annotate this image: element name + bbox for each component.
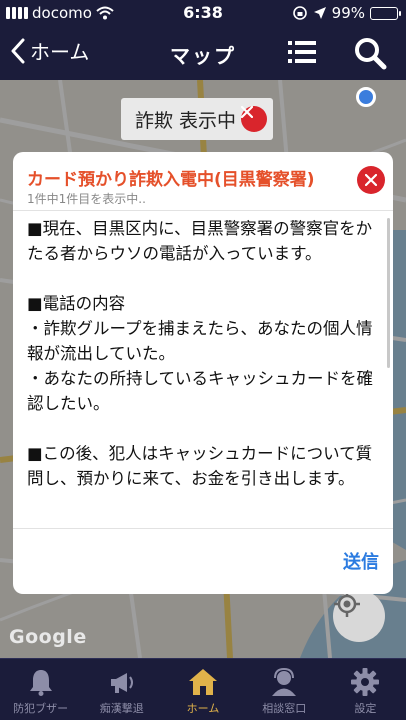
crosshair-icon xyxy=(334,591,360,617)
list-icon[interactable] xyxy=(288,40,316,64)
tab-molester-repel[interactable]: 痴漢撃退 xyxy=(81,659,162,720)
dialog-title: カード預かり詐欺入電中(目黒警察署) xyxy=(27,170,315,190)
tab-label: ホーム xyxy=(186,702,220,715)
tab-home[interactable]: ホーム xyxy=(162,659,243,720)
filter-chip-label: 詐欺 表示中 xyxy=(135,109,237,132)
search-icon[interactable] xyxy=(353,36,387,70)
tab-label: 相談窓口 xyxy=(262,702,307,715)
divider xyxy=(13,528,393,529)
status-bar: docomo 6:38 99% xyxy=(0,0,406,26)
page-title: マップ xyxy=(170,44,236,68)
home-icon xyxy=(189,669,217,695)
message-paragraph: ■現在、目黒区内に、目黒警察署の警察官をかたる者からウソの電話が入っています。 xyxy=(27,219,373,263)
send-button[interactable]: 送信 xyxy=(343,548,379,574)
close-icon xyxy=(241,106,253,118)
close-icon xyxy=(365,174,377,186)
battery-icon xyxy=(370,6,401,20)
nav-bar: ホーム マップ xyxy=(0,26,406,80)
dialog-close-button[interactable] xyxy=(357,166,385,194)
google-logo: Google xyxy=(9,626,87,648)
tab-label: 痴漢撃退 xyxy=(99,702,144,715)
message-paragraph: ■この後、犯人はキャッシュカードについて質問し、預かりに来て、お金を引き出します… xyxy=(27,444,373,488)
locate-me-button[interactable] xyxy=(333,590,385,642)
megaphone-icon xyxy=(110,673,133,693)
current-location-marker xyxy=(356,87,376,107)
scrollbar[interactable] xyxy=(387,218,390,368)
tab-label: 防犯ブザー xyxy=(13,702,69,715)
operator-icon xyxy=(272,667,297,696)
tab-settings[interactable]: 設定 xyxy=(325,659,406,720)
dialog-subtitle: 1件中1件目を表示中.. xyxy=(27,192,146,206)
rotation-lock-icon xyxy=(292,6,307,20)
alert-dialog: カード預かり詐欺入電中(目黒警察署) 1件中1件目を表示中.. ■現在、目黒区内… xyxy=(13,152,393,594)
location-arrow-icon xyxy=(313,7,326,19)
tab-consultation[interactable]: 相談窓口 xyxy=(244,659,325,720)
bell-icon xyxy=(29,670,52,696)
tab-bar: 防犯ブザー 痴漢撃退 ホーム 相談窓口 設定 xyxy=(0,658,406,720)
tab-label: 設定 xyxy=(354,702,377,715)
tab-crime-buzzer[interactable]: 防犯ブザー xyxy=(0,659,81,720)
battery-percent: 99% xyxy=(331,4,365,22)
filter-chip: 詐欺 表示中 xyxy=(121,98,273,140)
message-paragraph: ■電話の内容 ・詐欺グループを捕まえたら、あなたの個人情報が流出していた。 ・あ… xyxy=(27,294,374,413)
gear-icon xyxy=(351,668,380,696)
divider xyxy=(13,210,393,211)
filter-clear-button[interactable] xyxy=(241,106,267,132)
dialog-message[interactable]: ■現在、目黒区内に、目黒警察署の警察官をかたる者からウソの電話が入っています。 … xyxy=(27,216,381,526)
